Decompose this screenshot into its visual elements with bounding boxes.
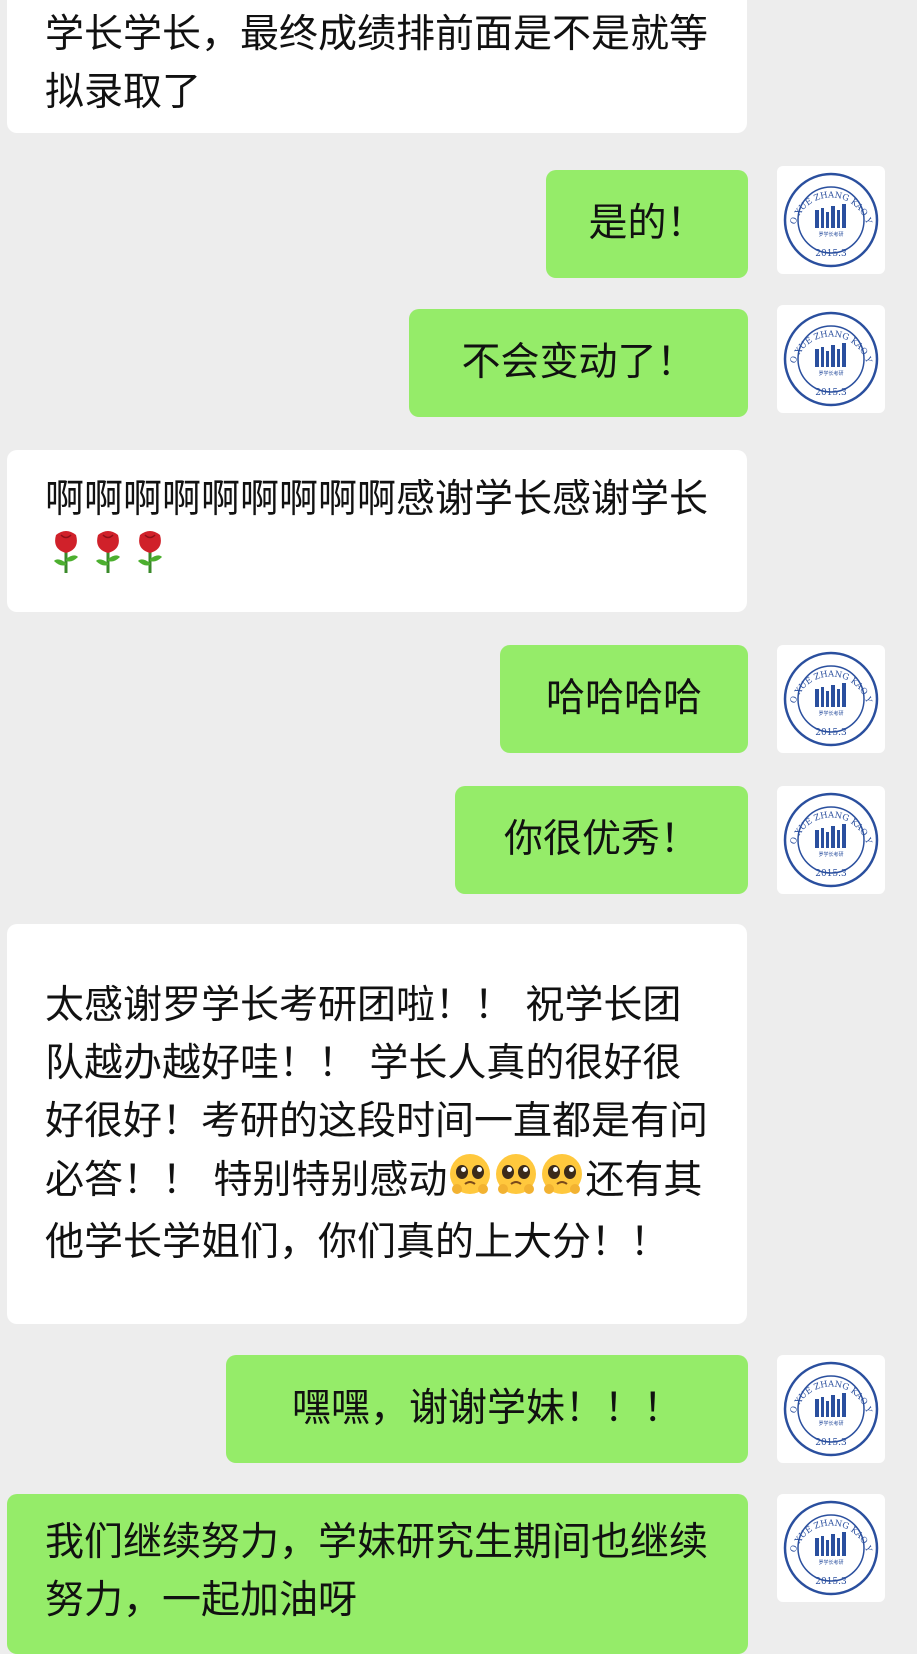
avatar[interactable]: LUO XUE ZHANG KAO YAN 罗学长考研 2015.3 bbox=[777, 1494, 885, 1602]
pleading-face-icon bbox=[539, 1151, 585, 1214]
message-bubble-outgoing[interactable]: 是的！ bbox=[546, 170, 748, 278]
pleading-face-icon bbox=[493, 1151, 539, 1214]
message-text: 啊啊啊啊啊啊啊啊啊感谢学长感谢学长 bbox=[45, 476, 709, 522]
logo-year: 2015.3 bbox=[815, 249, 847, 259]
avatar[interactable]: LUO XUE ZHANG KAO YAN 罗学长考研 2015.3 bbox=[777, 166, 885, 274]
message-text: 学长学长，最终成绩排前面是不是就等拟录取了 bbox=[45, 11, 709, 115]
logo-seal-text: 罗学长考研 bbox=[818, 710, 843, 717]
message-bubble-outgoing[interactable]: 你很优秀！ bbox=[455, 786, 748, 894]
logo-icon: LUO XUE ZHANG KAO YAN 罗学长考研 2015.3 bbox=[781, 309, 879, 407]
logo-year: 2015.3 bbox=[815, 869, 847, 879]
avatar[interactable]: LUO XUE ZHANG KAO YAN 罗学长考研 2015.3 bbox=[777, 645, 885, 753]
message-bubble-outgoing[interactable]: 不会变动了！ bbox=[409, 309, 748, 417]
logo-seal-text: 罗学长考研 bbox=[818, 1559, 843, 1566]
message-bubble-incoming[interactable]: 太感谢罗学长考研团啦！！ 祝学长团队越办越好哇！！ 学长人真的很好很好很好！考研… bbox=[7, 924, 747, 1324]
logo-icon: LUO XUE ZHANG KAO YAN 罗学长考研 2015.3 bbox=[781, 790, 879, 888]
chat-window: 学长学长，最终成绩排前面是不是就等拟录取了 是的！ LUO XUE ZHANG … bbox=[0, 0, 917, 1654]
logo-year: 2015.3 bbox=[815, 388, 847, 398]
avatar[interactable]: LUO XUE ZHANG KAO YAN 罗学长考研 2015.3 bbox=[777, 1355, 885, 1463]
logo-icon: LUO XUE ZHANG KAO YAN 罗学长考研 2015.3 bbox=[781, 1498, 879, 1596]
logo-year: 2015.3 bbox=[815, 1577, 847, 1587]
message-bubble-outgoing[interactable]: 嘿嘿，谢谢学妹！！！ bbox=[226, 1355, 748, 1463]
message-bubble-incoming[interactable]: 学长学长，最终成绩排前面是不是就等拟录取了 bbox=[7, 0, 747, 133]
rose-icon bbox=[129, 529, 171, 592]
message-text: 你很优秀！ bbox=[503, 817, 699, 862]
logo-icon: LUO XUE ZHANG KAO YAN 罗学长考研 2015.3 bbox=[781, 1359, 879, 1457]
pleading-face-icon bbox=[447, 1151, 493, 1214]
message-content: 太感谢罗学长考研团啦！！ 祝学长团队越办越好哇！！ 学长人真的很好很好很好！考研… bbox=[45, 977, 709, 1272]
logo-icon: LUO XUE ZHANG KAO YAN 罗学长考研 2015.3 bbox=[781, 170, 879, 268]
avatar[interactable]: LUO XUE ZHANG KAO YAN 罗学长考研 2015.3 bbox=[777, 305, 885, 413]
message-text: 不会变动了！ bbox=[461, 340, 696, 385]
logo-icon: LUO XUE ZHANG KAO YAN 罗学长考研 2015.3 bbox=[781, 649, 879, 747]
logo-year: 2015.3 bbox=[815, 728, 847, 738]
message-text: 嘿嘿，谢谢学妹！！！ bbox=[291, 1386, 682, 1431]
logo-seal-text: 罗学长考研 bbox=[818, 851, 843, 858]
message-bubble-outgoing[interactable]: 哈哈哈哈 bbox=[500, 645, 748, 753]
message-bubble-incoming[interactable]: 啊啊啊啊啊啊啊啊啊感谢学长感谢学长 bbox=[7, 450, 747, 612]
rose-icon bbox=[45, 529, 87, 592]
rose-icon bbox=[87, 529, 129, 592]
logo-seal-text: 罗学长考研 bbox=[818, 1420, 843, 1427]
message-text: 我们继续努力，学妹研究生期间也继续努力，一起加油呀 bbox=[45, 1520, 709, 1623]
avatar[interactable]: LUO XUE ZHANG KAO YAN 罗学长考研 2015.3 bbox=[777, 786, 885, 894]
logo-year: 2015.3 bbox=[815, 1438, 847, 1448]
message-text: 哈哈哈哈 bbox=[545, 676, 702, 721]
message-content: 啊啊啊啊啊啊啊啊啊感谢学长感谢学长 bbox=[45, 471, 709, 592]
message-text: 是的！ bbox=[588, 201, 706, 246]
logo-seal-text: 罗学长考研 bbox=[818, 370, 843, 377]
logo-seal-text: 罗学长考研 bbox=[818, 231, 843, 238]
message-bubble-outgoing[interactable]: 我们继续努力，学妹研究生期间也继续努力，一起加油呀 bbox=[7, 1494, 748, 1654]
